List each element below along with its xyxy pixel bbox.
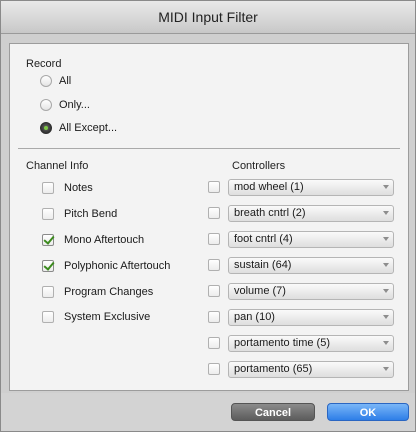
checkbox-notes[interactable] xyxy=(42,182,54,194)
channel-item-label: System Exclusive xyxy=(64,311,151,323)
controllers-label: Controllers xyxy=(232,160,286,172)
record-option-all[interactable]: All xyxy=(40,73,71,89)
controller-checkbox[interactable] xyxy=(208,233,220,245)
channel-info-label: Channel Info xyxy=(26,160,89,172)
window-title: MIDI Input Filter xyxy=(1,1,415,34)
channel-item-notes[interactable]: Notes xyxy=(42,180,93,196)
channel-item-polyphonic-aftertouch[interactable]: Polyphonic Aftertouch xyxy=(42,258,170,274)
checkbox-system-exclusive[interactable] xyxy=(42,311,54,323)
record-option-label: All Except... xyxy=(59,122,118,134)
section-divider xyxy=(18,148,400,149)
chevron-down-icon xyxy=(383,210,389,215)
chevron-down-icon xyxy=(383,262,389,267)
midi-input-filter-dialog: MIDI Input Filter Record All Only... All… xyxy=(0,0,416,432)
record-option-label: Only... xyxy=(59,99,90,111)
controller-checkbox[interactable] xyxy=(208,181,220,193)
ok-button[interactable]: OK xyxy=(327,403,409,421)
cancel-button[interactable]: Cancel xyxy=(231,403,315,421)
controller-row: sustain (64) xyxy=(208,256,394,274)
controller-row: volume (7) xyxy=(208,282,394,300)
record-option-label: All xyxy=(59,75,72,87)
controller-checkbox[interactable] xyxy=(208,259,220,271)
channel-item-pitch-bend[interactable]: Pitch Bend xyxy=(42,206,117,222)
radio-all-except[interactable] xyxy=(40,122,52,134)
chevron-down-icon xyxy=(383,184,389,189)
controller-checkbox[interactable] xyxy=(208,311,220,323)
channel-item-label: Mono Aftertouch xyxy=(64,234,145,246)
record-option-only[interactable]: Only... xyxy=(40,97,90,113)
channel-item-label: Notes xyxy=(64,182,93,194)
chevron-down-icon xyxy=(383,236,389,241)
controller-select-value: foot cntrl (4) xyxy=(234,232,293,245)
controller-checkbox[interactable] xyxy=(208,285,220,297)
checkbox-pitch-bend[interactable] xyxy=(42,208,54,220)
channel-item-label: Polyphonic Aftertouch xyxy=(64,260,171,272)
controller-select[interactable]: sustain (64) xyxy=(228,256,394,274)
chevron-down-icon xyxy=(383,314,389,319)
controller-select[interactable]: portamento time (5) xyxy=(228,334,394,352)
controller-select[interactable]: foot cntrl (4) xyxy=(228,230,394,248)
chevron-down-icon xyxy=(383,366,389,371)
checkbox-polyphonic-aftertouch[interactable] xyxy=(42,260,54,272)
controller-select[interactable]: volume (7) xyxy=(228,282,394,300)
channel-item-system-exclusive[interactable]: System Exclusive xyxy=(42,309,150,325)
controller-row: portamento (65) xyxy=(208,360,394,378)
controller-select-value: breath cntrl (2) xyxy=(234,206,306,219)
controller-select[interactable]: mod wheel (1) xyxy=(228,178,394,196)
controller-select-value: portamento time (5) xyxy=(234,336,330,349)
chevron-down-icon xyxy=(383,340,389,345)
channel-item-label: Program Changes xyxy=(64,286,154,298)
chevron-down-icon xyxy=(383,288,389,293)
controller-row: mod wheel (1) xyxy=(208,178,394,196)
controller-select[interactable]: pan (10) xyxy=(228,308,394,326)
channel-item-mono-aftertouch[interactable]: Mono Aftertouch xyxy=(42,232,144,248)
controller-row: pan (10) xyxy=(208,308,394,326)
dialog-footer: Cancel OK xyxy=(1,393,415,431)
controller-checkbox[interactable] xyxy=(208,207,220,219)
controller-row: foot cntrl (4) xyxy=(208,230,394,248)
controller-checkbox[interactable] xyxy=(208,337,220,349)
channel-item-program-changes[interactable]: Program Changes xyxy=(42,284,153,300)
controller-select-value: pan (10) xyxy=(234,310,275,323)
controller-select-value: sustain (64) xyxy=(234,258,292,271)
radio-all[interactable] xyxy=(40,75,52,87)
record-option-all-except[interactable]: All Except... xyxy=(40,120,117,136)
controller-select[interactable]: portamento (65) xyxy=(228,360,394,378)
controller-select-value: volume (7) xyxy=(234,284,286,297)
controller-row: portamento time (5) xyxy=(208,334,394,352)
filter-panel: Record All Only... All Except... Channel… xyxy=(9,43,409,391)
controller-select-value: mod wheel (1) xyxy=(234,180,304,193)
controller-select-value: portamento (65) xyxy=(234,362,313,375)
controller-select[interactable]: breath cntrl (2) xyxy=(228,204,394,222)
checkbox-mono-aftertouch[interactable] xyxy=(42,234,54,246)
checkbox-program-changes[interactable] xyxy=(42,286,54,298)
record-label: Record xyxy=(26,58,62,70)
radio-only[interactable] xyxy=(40,99,52,111)
channel-item-label: Pitch Bend xyxy=(64,208,118,220)
controller-checkbox[interactable] xyxy=(208,363,220,375)
controller-row: breath cntrl (2) xyxy=(208,204,394,222)
